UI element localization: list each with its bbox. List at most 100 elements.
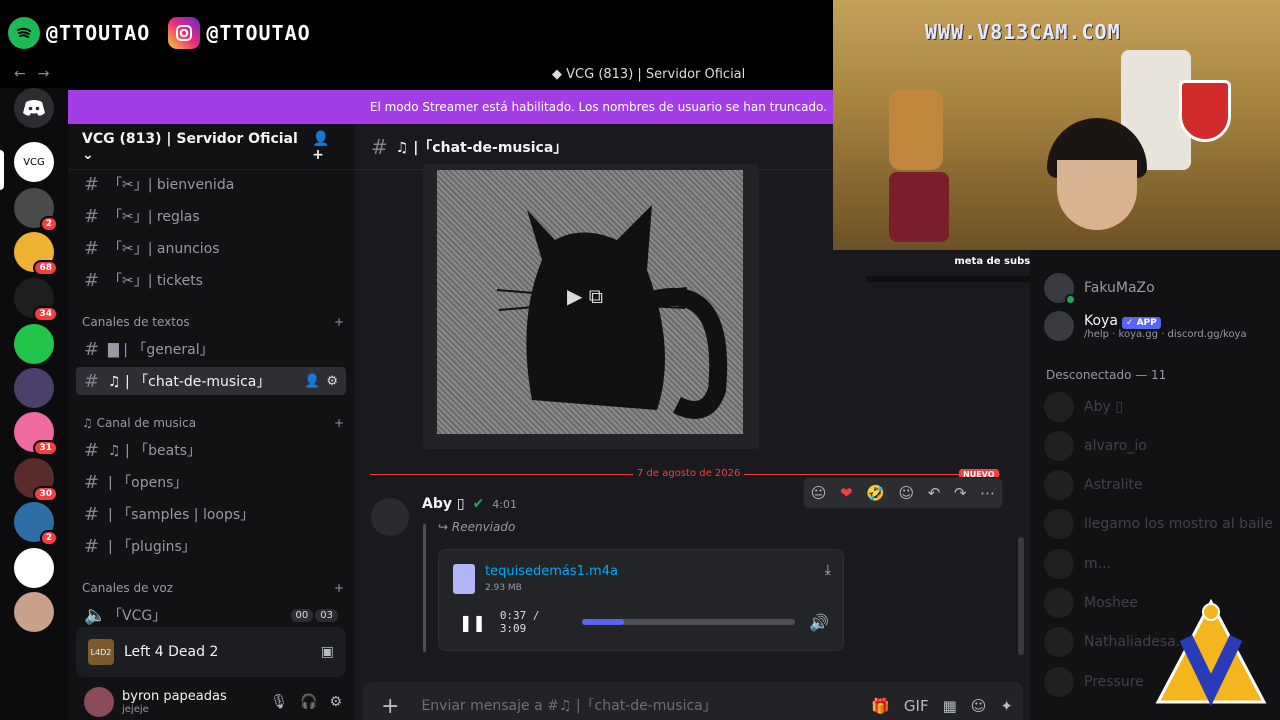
game-activity-panel[interactable]: L4D2 Left 4 Dead 2 ▣ bbox=[76, 627, 346, 677]
server-vcg[interactable]: VCG bbox=[14, 142, 54, 182]
add-channel-icon[interactable]: + bbox=[334, 315, 344, 329]
forward-arrow-icon[interactable]: → bbox=[38, 66, 50, 82]
message-actions-bar: 😐 ❤ 🤣 ☺ ↶ ↷ ⋯ bbox=[803, 477, 1003, 509]
back-arrow-icon[interactable]: ← bbox=[14, 66, 26, 82]
category-text-channels[interactable]: Canales de textos + bbox=[82, 315, 344, 329]
scrollbar[interactable] bbox=[1018, 537, 1024, 655]
channel-anuncios[interactable]: # 「✂」| anuncios bbox=[76, 234, 346, 262]
avatar[interactable] bbox=[371, 498, 409, 536]
server-icon-11[interactable] bbox=[14, 592, 54, 632]
member-item[interactable]: Astralite bbox=[1044, 467, 1276, 503]
category-voice[interactable]: Canales de voz + bbox=[82, 581, 344, 595]
hash-icon: # bbox=[84, 173, 100, 195]
emoji-icon[interactable]: ☺ bbox=[971, 697, 987, 715]
speaker-icon: 🔈 bbox=[84, 604, 107, 626]
gif-icon[interactable]: GIF bbox=[904, 697, 929, 715]
add-reaction-icon[interactable]: ☺ bbox=[899, 484, 915, 502]
microphone-icon[interactable]: 🎙 bbox=[270, 694, 288, 710]
audio-player: ❚❚ 0:37 / 3:09 🔊 bbox=[459, 609, 829, 635]
forwarded-label: ↪ Reenviado bbox=[438, 520, 516, 534]
avatar bbox=[1044, 311, 1074, 341]
verified-badge-icon: ✔ bbox=[472, 496, 485, 512]
club-crest bbox=[1179, 80, 1231, 142]
gear-icon[interactable]: ⚙ bbox=[329, 694, 342, 710]
message-composer: + 🎁 GIF ▦ ☺ ✦ bbox=[363, 682, 1023, 720]
channel-tickets[interactable]: # 「✂」| tickets bbox=[76, 266, 346, 294]
audio-progress-slider[interactable] bbox=[582, 619, 796, 625]
member-item[interactable]: Koya ✓ APP /help · koya.gg · discord.gg/k… bbox=[1044, 308, 1276, 344]
reaction-neutral-icon[interactable]: 😐 bbox=[811, 484, 827, 502]
hash-icon: # bbox=[371, 134, 388, 159]
image-embed[interactable]: ▶ ⧉ bbox=[423, 164, 759, 449]
forward-icon[interactable]: ↷ bbox=[954, 484, 967, 502]
social-handles-bar: @TTOUTAO @TTOUTAO bbox=[0, 0, 833, 66]
member-item[interactable]: alvaro_io bbox=[1044, 428, 1276, 464]
reply-icon[interactable]: ↶ bbox=[928, 484, 941, 502]
audio-attachment: tequisedemás1.m4a 2.93 MB ⤓ ❚❚ 0:37 / 3:… bbox=[438, 549, 844, 651]
forward-bar bbox=[423, 524, 426, 652]
server-icon-3[interactable]: 68 bbox=[14, 232, 58, 276]
server-icon-5[interactable] bbox=[14, 324, 54, 364]
add-channel-icon[interactable]: + bbox=[334, 581, 344, 595]
channel-plugins[interactable]: # | 「plugins」 bbox=[76, 532, 346, 560]
pause-icon[interactable]: ❚❚ bbox=[459, 613, 486, 632]
server-icon: ◆ bbox=[552, 67, 567, 82]
avatar bbox=[1044, 392, 1074, 422]
server-icon-8[interactable]: 30 bbox=[14, 458, 58, 502]
add-member-icon[interactable]: 👤+ bbox=[312, 131, 341, 163]
channel-general[interactable]: # ▇ | 「general」 bbox=[76, 335, 346, 363]
play-icon[interactable]: ▶ ⧉ bbox=[567, 284, 603, 308]
member-item[interactable]: Aby ▯ bbox=[1044, 389, 1276, 425]
gear-icon[interactable]: ⚙ bbox=[326, 374, 338, 389]
server-icon-4[interactable]: 34 bbox=[14, 278, 58, 322]
server-icon-10[interactable] bbox=[14, 548, 54, 588]
voice-channel-vcg[interactable]: 🔈 「VCG」 00 03 bbox=[76, 601, 346, 629]
avatar bbox=[1044, 667, 1074, 697]
reaction-heart-icon[interactable]: ❤ bbox=[840, 484, 853, 502]
download-icon[interactable]: ⤓ bbox=[825, 562, 831, 578]
gift-icon[interactable]: 🎁 bbox=[871, 697, 890, 715]
sticker-icon[interactable]: ▦ bbox=[943, 697, 957, 715]
audio-progress-fill bbox=[582, 619, 625, 625]
member-item[interactable]: FakuMaZo bbox=[1044, 270, 1276, 306]
member-item[interactable]: llegamo los mostro al baile bbox=[1044, 506, 1276, 542]
stream-screen-icon[interactable]: ▣ bbox=[321, 644, 334, 660]
channel-chat-de-musica[interactable]: # ♫ | 「chat-de-musica」 👤 ⚙ bbox=[76, 367, 346, 395]
more-icon[interactable]: ⋯ bbox=[980, 484, 995, 502]
avatar bbox=[1044, 273, 1076, 305]
streamer bbox=[1031, 118, 1171, 250]
add-channel-icon[interactable]: + bbox=[334, 416, 344, 430]
avatar bbox=[1044, 627, 1074, 657]
volume-icon[interactable]: 🔊 bbox=[809, 613, 829, 632]
channel-opens[interactable]: # | 「opens」 bbox=[76, 468, 346, 496]
channel-reglas[interactable]: # 「✂」| reglas bbox=[76, 202, 346, 230]
hash-icon: # bbox=[84, 535, 100, 557]
message-input[interactable] bbox=[421, 698, 822, 714]
avatar bbox=[1044, 509, 1074, 539]
headphones-icon[interactable]: 🎧 bbox=[300, 694, 317, 710]
reaction-laugh-icon[interactable]: 🤣 bbox=[866, 484, 885, 502]
server-icon-6[interactable] bbox=[14, 368, 54, 408]
hash-icon: # bbox=[84, 205, 100, 227]
instagram-handle: @TTOUTAO bbox=[168, 17, 310, 49]
avatar[interactable] bbox=[84, 687, 114, 717]
channel-beats[interactable]: # ♫ | 「beats」 bbox=[76, 436, 346, 464]
channel-samples-loops[interactable]: # | 「samples | loops」 bbox=[76, 500, 346, 528]
channel-bienvenida[interactable]: # 「✂」| bienvenida bbox=[76, 170, 346, 198]
member-item[interactable]: m... bbox=[1044, 546, 1276, 582]
server-icon-7[interactable]: 31 bbox=[14, 412, 58, 456]
discord-home-icon[interactable] bbox=[14, 88, 54, 128]
server-icon-2[interactable]: 2 bbox=[14, 188, 58, 232]
invite-icon[interactable]: 👤 bbox=[304, 374, 320, 389]
server-header[interactable]: VCG (813) | Servidor Oficial ⌄ 👤+ bbox=[68, 124, 355, 170]
server-icon-9[interactable]: 2 bbox=[14, 502, 58, 546]
category-music[interactable]: ♫ Canal de musica + bbox=[82, 416, 344, 430]
apps-icon[interactable]: ✦ bbox=[1000, 697, 1013, 715]
server-rail: VCG 2 68 34 31 30 2 bbox=[0, 88, 68, 720]
streamer-mode-banner: El modo Streamer está habilitado. Los no… bbox=[68, 90, 833, 124]
cat-drawing-image[interactable]: ▶ ⧉ bbox=[437, 170, 743, 434]
nav-arrows: ← → bbox=[14, 66, 49, 82]
add-attachment-icon[interactable]: + bbox=[381, 694, 399, 719]
file-name-link[interactable]: tequisedemás1.m4a bbox=[485, 564, 618, 579]
message-header: Aby ▯ ✔ 4:01 bbox=[422, 496, 517, 512]
